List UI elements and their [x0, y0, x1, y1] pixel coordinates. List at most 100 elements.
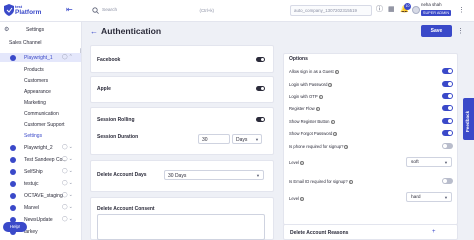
delete-account-days-label: Delete Account Days: [97, 172, 147, 178]
store-actions-icon[interactable]: ◯⌄: [62, 216, 74, 222]
sidebar-item-marketing[interactable]: Marketing: [24, 100, 46, 106]
option-guest-toggle[interactable]: [442, 68, 453, 74]
apps-grid-icon[interactable]: ▦: [388, 6, 395, 14]
apple-toggle[interactable]: [256, 86, 265, 91]
option-password-label: Login with Password i: [289, 82, 333, 87]
info-icon[interactable]: i: [300, 160, 305, 165]
sidebar-item-communication[interactable]: Communication: [24, 111, 59, 117]
feedback-tab[interactable]: Feedback: [463, 98, 474, 140]
store-actions-icon[interactable]: ◯⌄: [62, 144, 74, 150]
store-actions-icon[interactable]: ◯⌄: [62, 168, 74, 174]
sidebar-store[interactable]: Playwright_2 ◯⌄: [0, 143, 81, 152]
store-name: SelfShip: [24, 169, 43, 175]
sidebar-item-settings[interactable]: ⚙ Settings: [2, 25, 80, 34]
info-icon[interactable]: i: [348, 179, 353, 184]
delete-account-days-select[interactable]: 30 Days ▼: [164, 170, 264, 180]
avatar[interactable]: [412, 6, 420, 14]
search-shortcut: (Ctrl+k): [199, 8, 214, 13]
store-icon: [10, 205, 16, 211]
sidebar-store[interactable]: SelfShip ◯⌄: [0, 167, 81, 176]
chevron-down-icon: ▼: [444, 160, 448, 165]
sidebar-item-products[interactable]: Products: [24, 67, 44, 73]
option-text: Login with Password: [289, 82, 328, 87]
delete-account-consent-label: Delete Account Consent: [97, 206, 155, 212]
option-email-required-toggle[interactable]: [442, 178, 453, 184]
info-icon[interactable]: i: [328, 82, 333, 87]
option-phone-required-toggle[interactable]: [442, 143, 453, 149]
help-circle-icon[interactable]: ⓘ: [376, 6, 383, 14]
option-register-button-toggle[interactable]: [442, 118, 453, 124]
session-duration-unit-select[interactable]: Days ▼: [232, 134, 262, 144]
sidebar-item-appearance[interactable]: Appearance: [24, 89, 51, 95]
store-name: OCTAVE_staging: [24, 193, 63, 199]
store-name: Marvel: [24, 205, 40, 211]
sidebar: ⚙ Settings Sales Channel Playwright_1 ◯⌃…: [0, 22, 82, 240]
level-2-value: hard: [411, 195, 421, 200]
help-button[interactable]: Help!: [3, 222, 27, 232]
facebook-toggle[interactable]: [256, 57, 265, 62]
brand-logo[interactable]: test Platform: [4, 3, 50, 19]
collapse-sidebar-icon[interactable]: ⇤: [66, 6, 74, 14]
option-register-flow-label: Register Flow i: [289, 106, 320, 111]
sales-channel-heading: Sales Channel: [9, 40, 42, 46]
chevron-down-icon: ▼: [444, 195, 448, 200]
store-actions-icon[interactable]: ◯⌄: [62, 156, 74, 162]
option-guest-label: Allow sign in as a Guest i: [289, 69, 339, 74]
store-name: Playwright_2: [24, 145, 53, 151]
delete-account-days-value: 30 Days: [168, 173, 187, 179]
company-selector[interactable]: auto_company_1307202315519: [290, 5, 372, 16]
sidebar-store[interactable]: Marvel ◯⌄: [0, 203, 81, 212]
options-title: Options: [289, 56, 308, 62]
page-title: Authentication: [101, 26, 162, 36]
info-icon[interactable]: i: [315, 106, 320, 111]
notification-count-badge: 10: [404, 3, 411, 10]
info-icon[interactable]: i: [334, 69, 339, 74]
option-password-toggle[interactable]: [442, 81, 453, 87]
session-duration-unit-value: Days: [236, 137, 248, 143]
store-icon: [10, 169, 16, 175]
delete-account-consent-editor[interactable]: [97, 214, 265, 240]
info-icon[interactable]: i: [344, 144, 349, 149]
store-icon: [10, 193, 16, 199]
sidebar-store[interactable]: testujc ◯⌄: [0, 179, 81, 188]
option-register-flow-toggle[interactable]: [442, 105, 453, 111]
sidebar-item-customer-support[interactable]: Customer Support: [24, 122, 65, 128]
back-arrow-icon[interactable]: ←: [90, 27, 98, 36]
more-vertical-icon[interactable]: ⋮: [458, 6, 465, 14]
store-actions-icon[interactable]: ◯⌄: [62, 192, 74, 198]
option-forgot-password-toggle[interactable]: [442, 130, 453, 136]
option-otp-toggle[interactable]: [442, 93, 453, 99]
store-icon: [10, 55, 16, 61]
plus-icon[interactable]: +: [432, 229, 436, 235]
level-1-select[interactable]: soft ▼: [406, 157, 452, 167]
option-text: Level: [289, 196, 300, 201]
search-placeholder: Search: [102, 8, 118, 13]
sidebar-store[interactable]: Test Sandeep Co... ◯⌄: [0, 155, 81, 164]
delete-account-reasons-card: Delete Account Reasons +: [283, 224, 458, 240]
level-2-label: Level i: [289, 196, 305, 201]
option-text: Level: [289, 160, 300, 165]
more-vertical-icon[interactable]: ⋮: [457, 27, 464, 35]
sidebar-item-settings-sub[interactable]: Settings: [24, 133, 42, 139]
chevron-down-icon: ▼: [256, 173, 260, 178]
sidebar-store-active[interactable]: Playwright_1 ◯⌃: [0, 53, 81, 62]
store-icon: [10, 157, 16, 163]
info-icon[interactable]: i: [333, 131, 338, 136]
search-input[interactable]: Search (Ctrl+k): [90, 5, 218, 17]
info-icon[interactable]: i: [300, 196, 305, 201]
sidebar-store[interactable]: OCTAVE_staging ◯⌄: [0, 191, 81, 200]
store-actions-icon[interactable]: ◯⌃: [62, 54, 74, 60]
option-text: Login with OTP: [289, 94, 318, 99]
save-button[interactable]: Save: [421, 25, 452, 37]
level-2-select[interactable]: hard ▼: [406, 192, 452, 202]
option-forgot-password-label: Show Forgot Password i: [289, 131, 338, 136]
info-icon[interactable]: i: [318, 94, 323, 99]
info-icon[interactable]: i: [330, 119, 335, 124]
store-actions-icon[interactable]: ◯⌄: [62, 180, 74, 186]
option-text: Allow sign in as a Guest: [289, 69, 334, 74]
help-label: Help!: [9, 224, 21, 229]
session-rolling-toggle[interactable]: [256, 117, 265, 122]
store-actions-icon[interactable]: ◯⌄: [62, 204, 74, 210]
session-duration-input[interactable]: 30: [198, 134, 230, 144]
sidebar-item-customers[interactable]: Customers: [24, 78, 48, 84]
